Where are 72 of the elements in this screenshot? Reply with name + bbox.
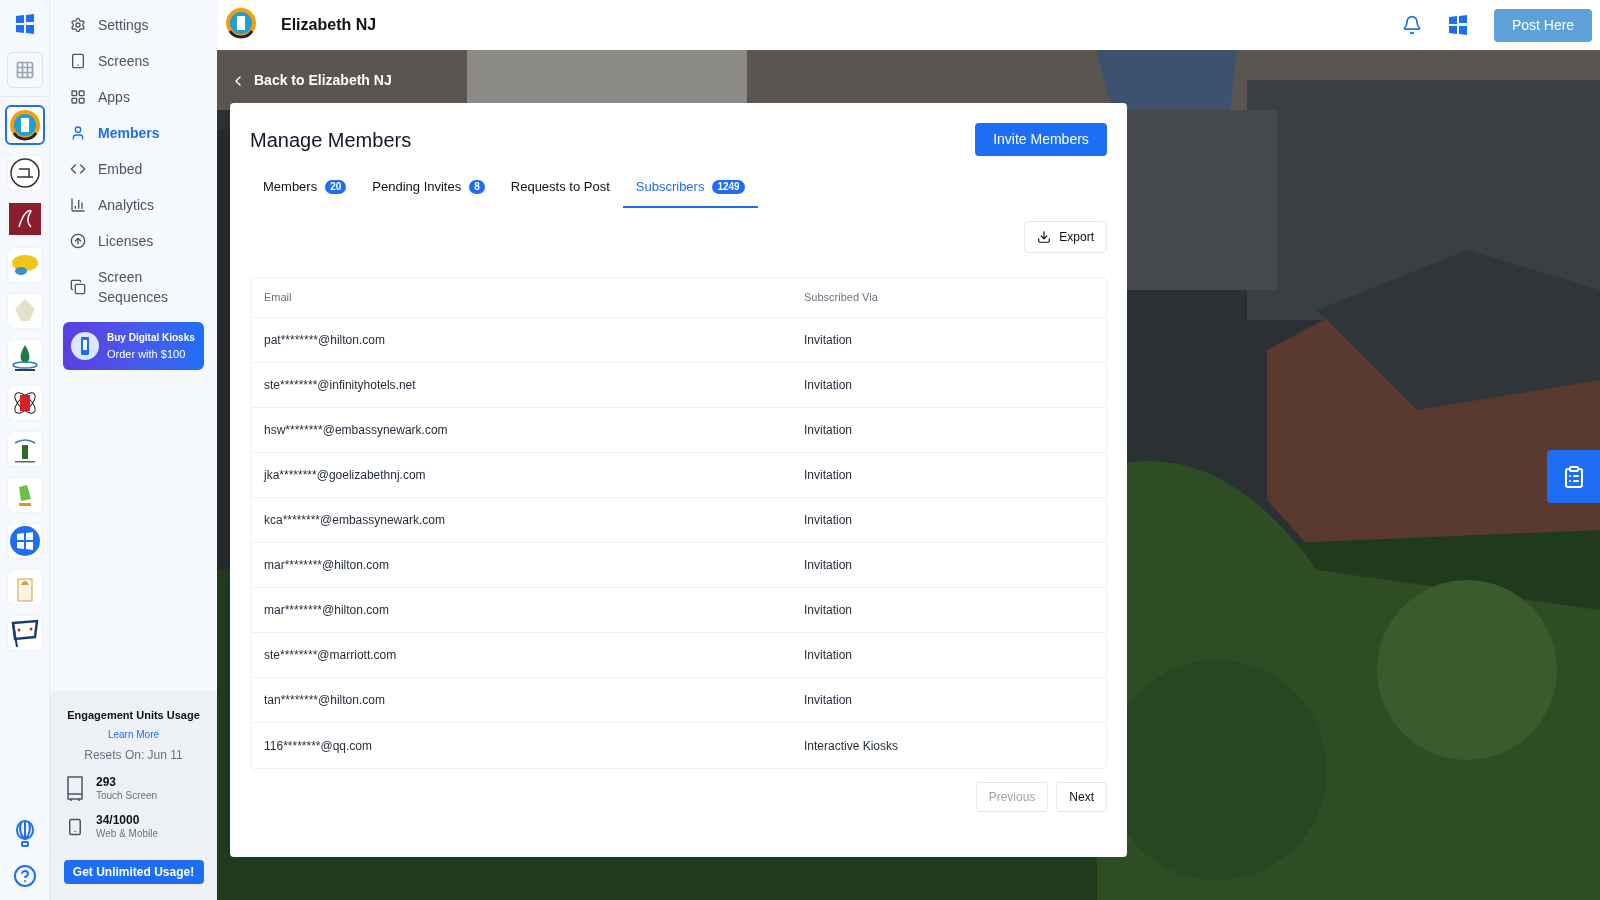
table-cell-text: mar********@hilton.com [264, 602, 390, 619]
upload-circle-icon [70, 233, 86, 249]
table-cell-text: ste********@infinityhotels.net [264, 377, 417, 394]
table-cell-text: 116********@qq.com [264, 737, 374, 755]
table-cell-text: ste********@marriott.com [264, 647, 398, 664]
code-icon [70, 161, 86, 177]
usage-count: 293 [96, 776, 118, 789]
unlimited-usage-button[interactable]: Get Unlimited Usage! [63, 860, 204, 884]
notification-bell-icon[interactable] [1402, 15, 1422, 35]
tab[interactable]: Subscribers 1249 [622, 168, 758, 208]
tab[interactable]: Requests to Post [497, 168, 623, 208]
stacked-screens-icon [70, 279, 86, 295]
table-cell-text: Invitation [804, 512, 854, 529]
table-cell-text: kca********@embassynewark.com [264, 512, 446, 529]
table-cell-text: Invitation [804, 602, 854, 619]
table-cell-text: Invitation [804, 557, 854, 574]
table-cell-text: tan********@hilton.com [264, 692, 386, 709]
nav-item[interactable]: Settings [62, 8, 205, 42]
gear-icon [70, 17, 86, 33]
add-workspace-button[interactable] [6, 52, 43, 88]
back-link[interactable]: Back to Elizabeth NJ [230, 70, 392, 91]
usage-label: Web & Mobile [96, 827, 159, 840]
count-badge: 20 [325, 180, 347, 194]
workspace-logo-icon[interactable] [4, 105, 45, 145]
table-cell-text: mar********@hilton.com [264, 557, 390, 574]
help-icon[interactable] [12, 864, 37, 888]
learn-more-link[interactable]: Learn More [107, 727, 160, 742]
pagination-button[interactable]: Next [1056, 782, 1107, 812]
table-cell-text: jka********@goelizabethnj.com [264, 467, 427, 484]
workspace-title: Elizabeth NJ [281, 15, 377, 35]
apps-icon [70, 89, 86, 105]
column-header: Subscribed Via [804, 290, 879, 306]
table-cell-text: Invitation [804, 332, 854, 349]
usage-count: 34/1000 [96, 814, 141, 827]
kiosk-icon [71, 332, 99, 360]
table-cell-text: Invitation [804, 422, 854, 439]
invite-members-button[interactable]: Invite Members [975, 123, 1107, 156]
table-cell-text: Invitation [804, 647, 854, 664]
nav-item[interactable]: Screens [62, 44, 205, 78]
promo-banner[interactable]: Buy Digital Kiosks Order with $100 [63, 322, 204, 370]
usage-title: Engagement Units Usage [67, 707, 200, 723]
chart-icon [70, 197, 86, 213]
column-header: Email [264, 290, 293, 306]
promo-title: Buy Digital Kiosks [107, 331, 195, 345]
screen-icon [70, 53, 86, 69]
nav-item[interactable]: Members [62, 116, 205, 150]
reset-date: Resets On: Jun 11 [84, 747, 183, 764]
kiosk-icon [66, 776, 84, 802]
tab[interactable]: Members 20 [250, 168, 360, 208]
download-icon [1037, 230, 1052, 244]
table-cell-text: Invitation [804, 692, 854, 709]
nav-item[interactable]: Apps [62, 80, 205, 114]
table-cell-text: Invitation [804, 467, 854, 484]
clipboard-button[interactable] [1547, 450, 1600, 503]
count-badge: 1249 [712, 180, 745, 194]
nav-item[interactable]: Screen Sequences [62, 260, 205, 314]
count-badge: 8 [469, 180, 485, 194]
table-cell-text: pat********@hilton.com [264, 332, 386, 349]
tab[interactable]: Pending Invites 8 [359, 168, 498, 208]
table-cell-text: hsw********@embassynewark.com [264, 422, 449, 439]
export-button[interactable]: Export [1024, 221, 1107, 253]
nav-item[interactable]: Licenses [62, 224, 205, 258]
user-icon [70, 125, 86, 141]
brand-logo-icon [1446, 13, 1470, 37]
grid-icon [14, 60, 35, 80]
table-cell-text: Invitation [804, 377, 854, 394]
nav-item[interactable]: Analytics [62, 188, 205, 222]
promo-subtitle: Order with $100 [107, 347, 187, 362]
table-cell-text: Interactive Kiosks [804, 737, 900, 755]
nav-item[interactable]: Embed [62, 152, 205, 186]
usage-label: Touch Screen [96, 789, 158, 802]
page-title: Manage Members [250, 127, 412, 153]
